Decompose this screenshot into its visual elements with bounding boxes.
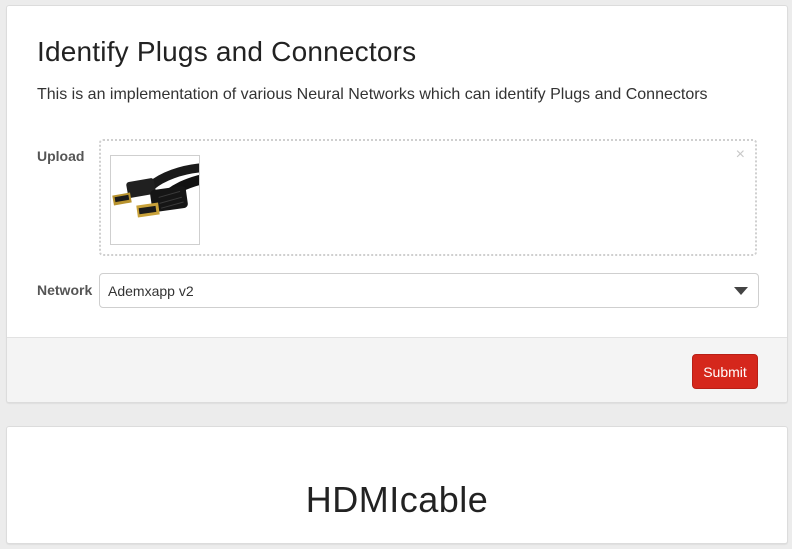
page-subtitle: This is an implementation of various Neu…: [37, 86, 708, 103]
network-label: Network: [37, 282, 93, 298]
prediction-result: HDMIcable: [305, 479, 489, 520]
network-select-value: Ademxapp v2: [108, 283, 194, 299]
hdmi-cable-image: [112, 163, 199, 218]
uploaded-image-thumbnail: [110, 155, 200, 245]
network-select[interactable]: Ademxapp v2: [99, 273, 759, 308]
form-footer: Submit: [7, 337, 787, 402]
result-card: HDMIcable: [6, 426, 788, 544]
chevron-down-icon: [734, 287, 748, 295]
form-card: Identify Plugs and Connectors This is an…: [6, 5, 788, 403]
page-title: Identify Plugs and Connectors: [37, 36, 417, 67]
close-icon[interactable]: ×: [736, 147, 745, 163]
upload-label: Upload: [37, 148, 85, 164]
submit-button[interactable]: Submit: [692, 354, 758, 389]
upload-dropzone[interactable]: ×: [99, 139, 757, 256]
